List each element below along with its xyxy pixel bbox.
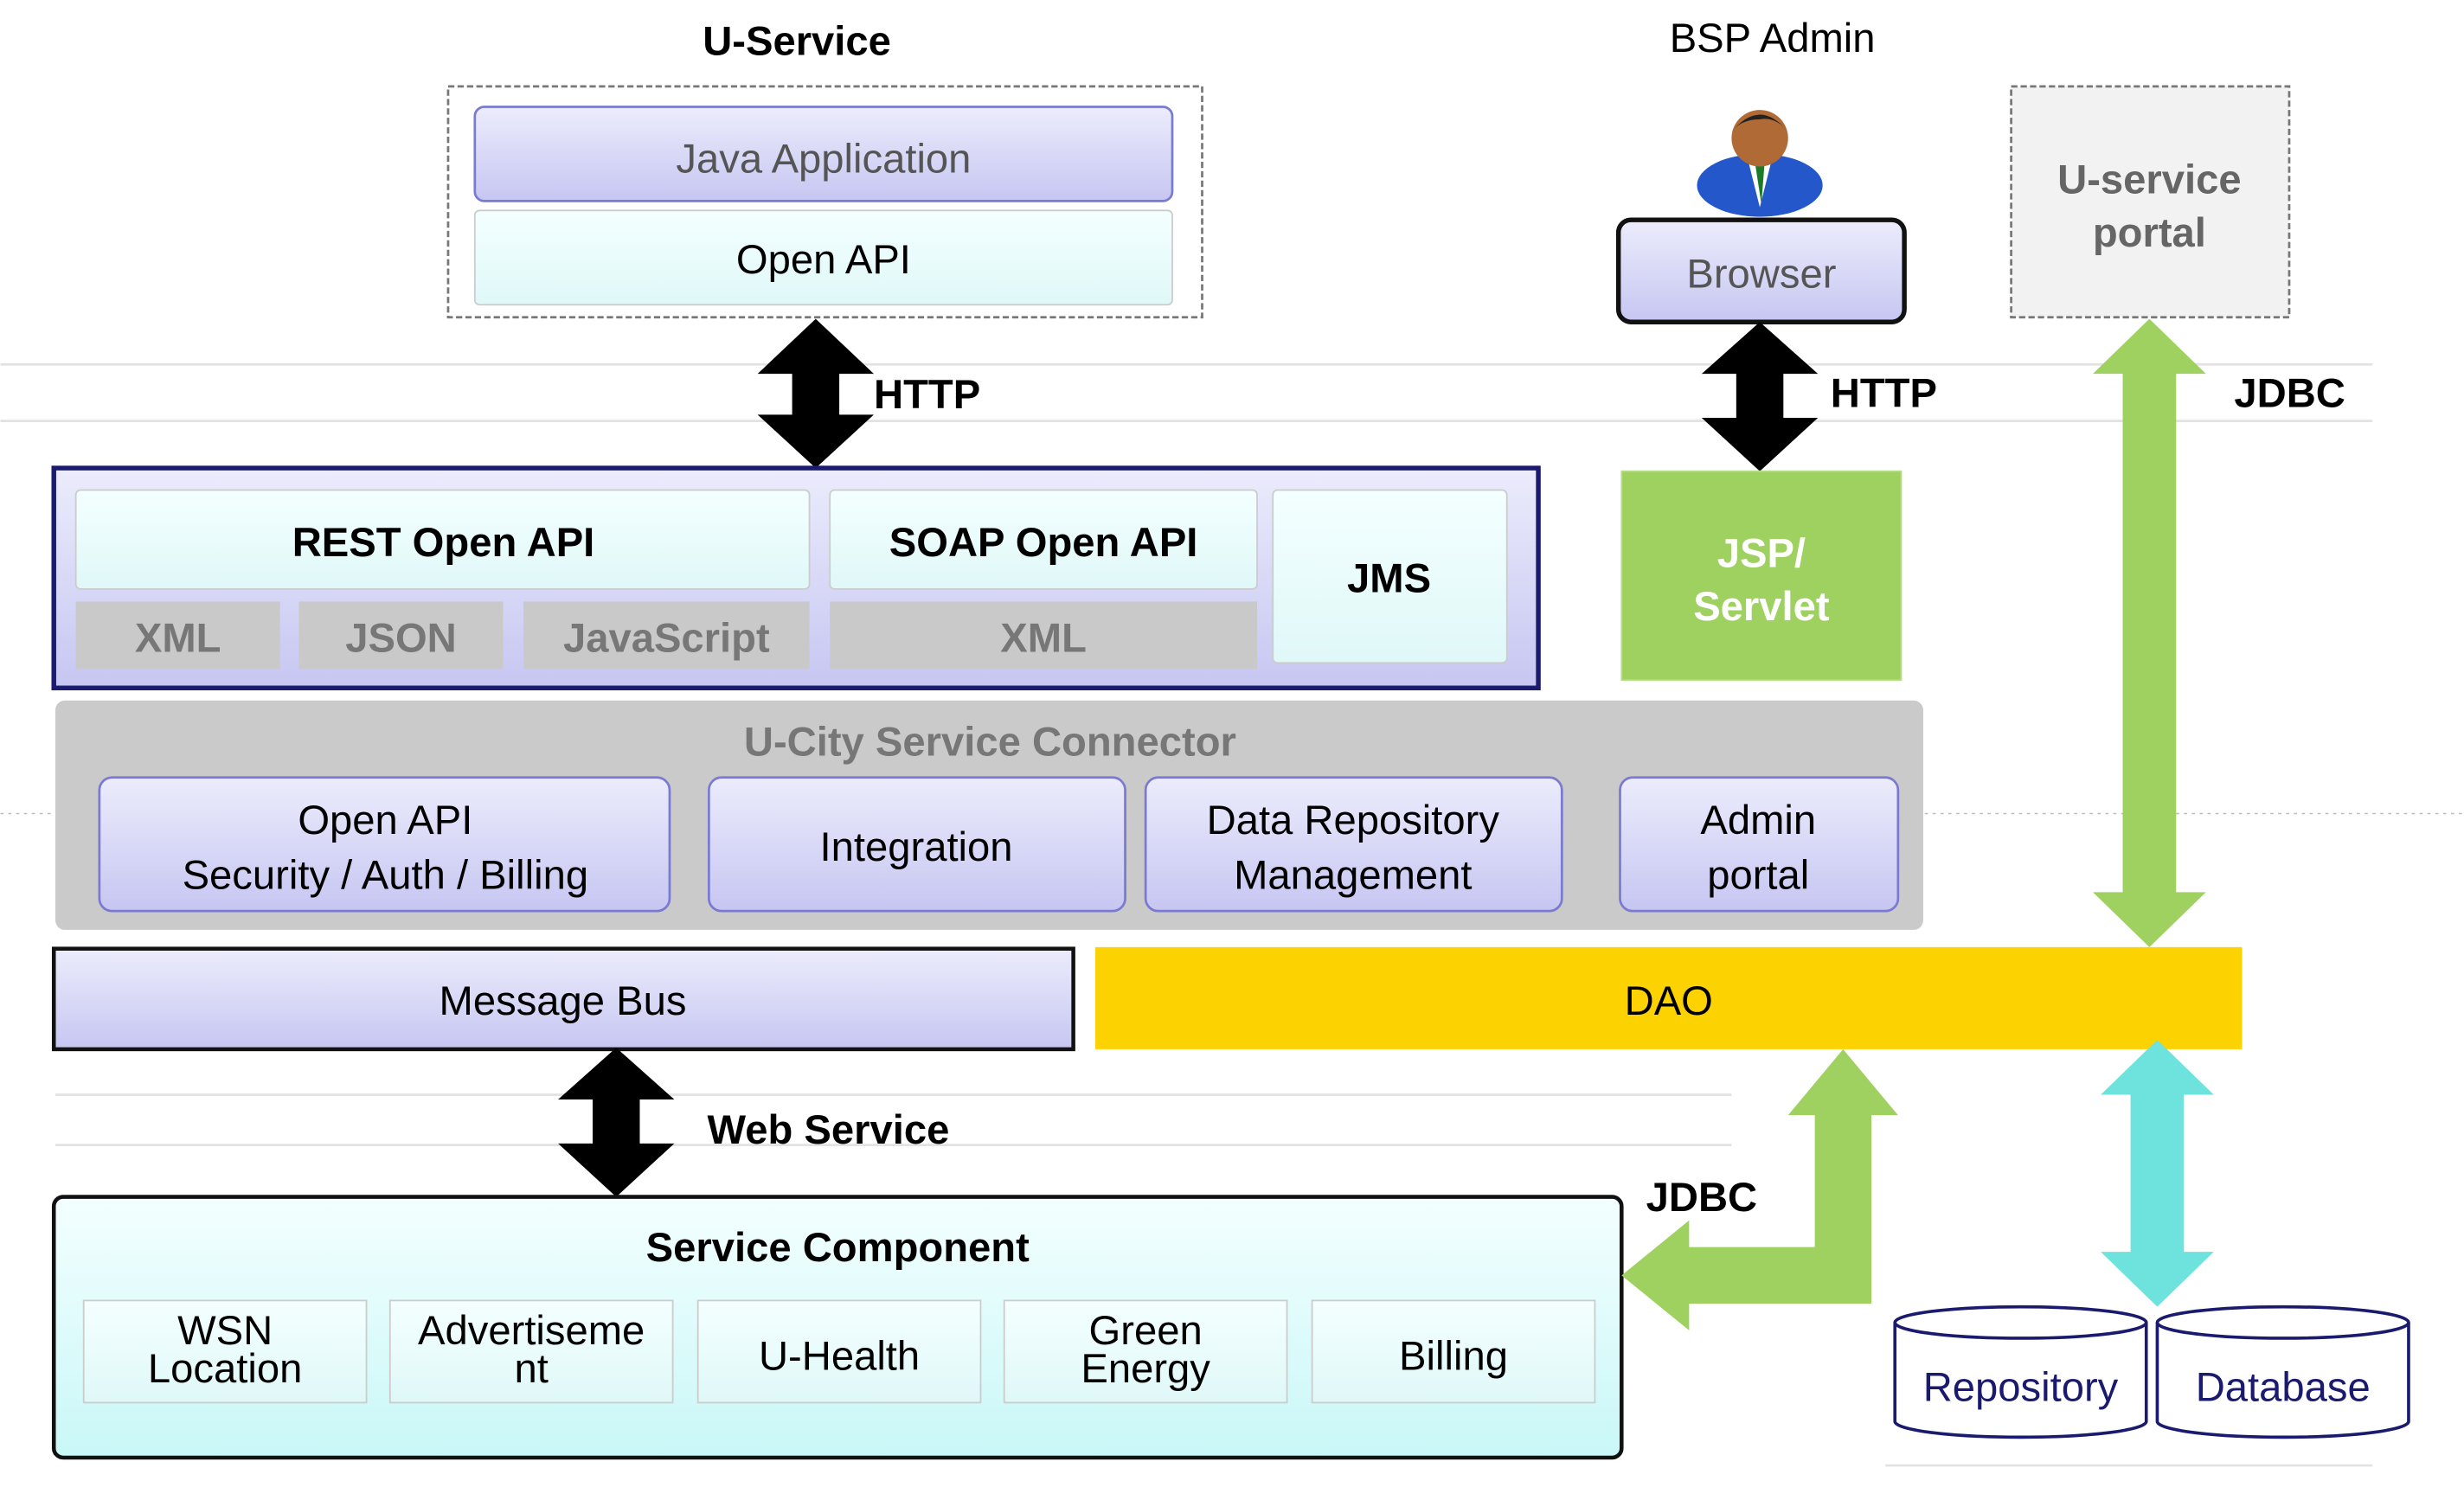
repository-cylinder: Repository xyxy=(1893,1304,2148,1439)
soap-open-api-label: SOAP Open API xyxy=(889,520,1198,566)
module-label: portal xyxy=(1707,853,1809,899)
web-service-arrow xyxy=(558,1048,675,1197)
jdbc-arrow-top xyxy=(2093,318,2206,947)
service-item-billing: Billing xyxy=(1311,1299,1596,1404)
item-label: nt xyxy=(515,1346,549,1392)
jms-label: JMS xyxy=(1347,556,1431,602)
database-arrow xyxy=(2101,1039,2214,1307)
database-label: Database xyxy=(2196,1365,2371,1411)
architecture-diagram: U-Service Java Application Open API HTTP… xyxy=(0,0,2464,1500)
connector-module-security: Open API Security / Auth / Billing xyxy=(98,776,671,913)
connector-module-admin-portal: Admin portal xyxy=(1619,776,1900,913)
format-label: XML xyxy=(1000,616,1087,662)
module-label: Admin xyxy=(1700,798,1816,843)
format-label: XML xyxy=(135,616,221,662)
jdbc-label-top: JDBC xyxy=(2234,370,2345,416)
item-label: U-Health xyxy=(759,1333,920,1379)
java-application-label: Java Application xyxy=(676,137,971,183)
jsp-label-line2: Servlet xyxy=(1693,584,1830,630)
http-label-right: HTTP xyxy=(1831,370,1937,416)
browser-label: Browser xyxy=(1686,251,1836,297)
service-item-u-health: U-Health xyxy=(696,1299,982,1404)
message-bus-label: Message Bus xyxy=(440,978,687,1024)
service-item-wsn-location: WSN Location xyxy=(82,1299,368,1404)
module-label: Management xyxy=(1234,853,1472,899)
rest-open-api-label: REST Open API xyxy=(292,520,595,566)
http-arrow-left xyxy=(757,318,875,469)
module-label: Open API xyxy=(298,798,472,843)
service-item-advertisement: Advertiseme nt xyxy=(388,1299,674,1404)
service-connector-title: U-City Service Connector xyxy=(744,719,1236,765)
jsp-label-line1: JSP/ xyxy=(1717,530,1806,576)
jdbc-label-bottom: JDBC xyxy=(1646,1175,1757,1221)
person-icon xyxy=(1697,110,1823,217)
web-service-label: Web Service xyxy=(708,1107,950,1153)
repository-label: Repository xyxy=(1923,1365,2119,1411)
connector-module-integration: Integration xyxy=(708,776,1126,913)
module-label: Data Repository xyxy=(1207,798,1500,843)
u-service-portal-line1: U-service xyxy=(2057,157,2241,202)
format-label: JavaScript xyxy=(563,616,770,662)
item-label: Energy xyxy=(1081,1346,1210,1392)
connector-module-data-repository: Data Repository Management xyxy=(1144,776,1563,913)
format-label: JSON xyxy=(345,616,457,662)
item-label: Location xyxy=(148,1346,302,1392)
open-api-label: Open API xyxy=(736,237,911,283)
http-label-left: HTTP xyxy=(874,372,980,418)
diagram-canvas: U-Service Java Application Open API HTTP… xyxy=(0,16,2464,1467)
service-component-title: Service Component xyxy=(646,1225,1030,1271)
item-label: Billing xyxy=(1399,1333,1508,1379)
database-cylinder: Database xyxy=(2155,1304,2410,1439)
u-service-portal-line2: portal xyxy=(2093,210,2206,256)
service-item-green-energy: Green Energy xyxy=(1003,1299,1288,1404)
bsp-admin-title: BSP Admin xyxy=(1670,16,1876,61)
u-service-title: U-Service xyxy=(703,19,891,65)
http-arrow-right xyxy=(1701,322,1819,471)
dao-label: DAO xyxy=(1625,978,1713,1024)
module-label: Security / Auth / Billing xyxy=(183,853,588,899)
module-label: Integration xyxy=(820,824,1013,870)
